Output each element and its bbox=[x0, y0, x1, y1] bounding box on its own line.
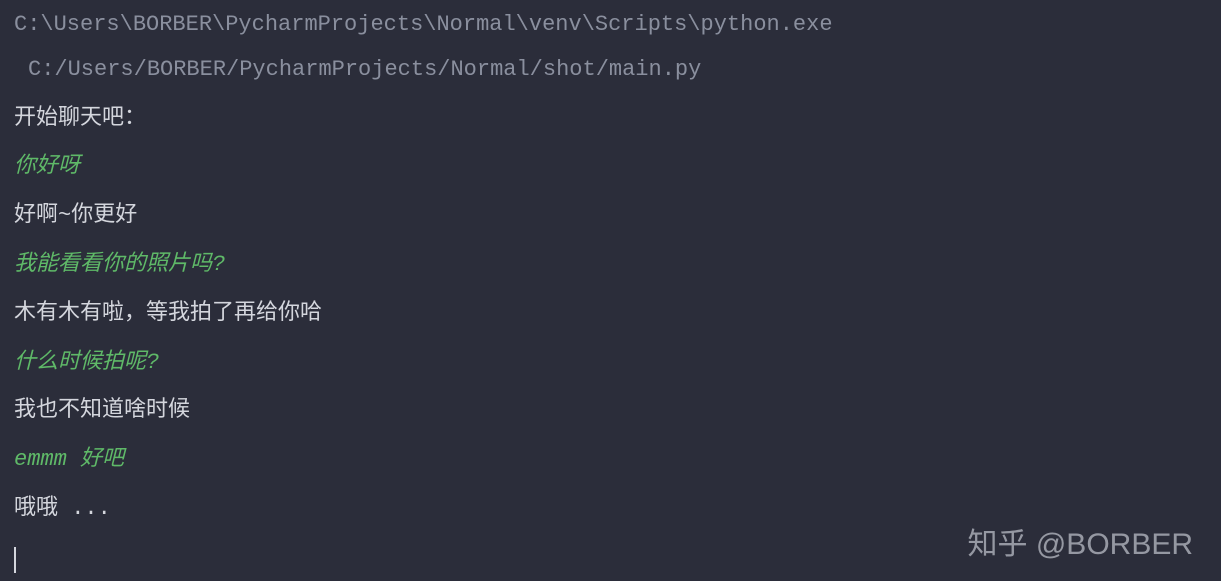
watermark: 知乎 @BORBER bbox=[968, 519, 1193, 563]
user-input-line: 我能看看你的照片吗? bbox=[14, 250, 1207, 281]
interpreter-path: C:\Users\BORBER\PycharmProjects\Normal\v… bbox=[14, 10, 1207, 41]
user-input-line: emmm 好吧 bbox=[14, 445, 1207, 476]
script-path: C:/Users/BORBER/PycharmProjects/Normal/s… bbox=[14, 55, 1207, 86]
bot-response-line: 木有木有啦，等我拍了再给你哈 bbox=[14, 299, 1207, 330]
user-input-line: 什么时候拍呢? bbox=[14, 348, 1207, 379]
bot-response-line: 好啊~你更好 bbox=[14, 201, 1207, 232]
bot-response-line: 我也不知道啥时候 bbox=[14, 396, 1207, 427]
text-cursor-icon bbox=[14, 547, 16, 573]
user-input-line: 你好呀 bbox=[14, 152, 1207, 183]
prompt-start: 开始聊天吧： bbox=[14, 104, 1207, 135]
